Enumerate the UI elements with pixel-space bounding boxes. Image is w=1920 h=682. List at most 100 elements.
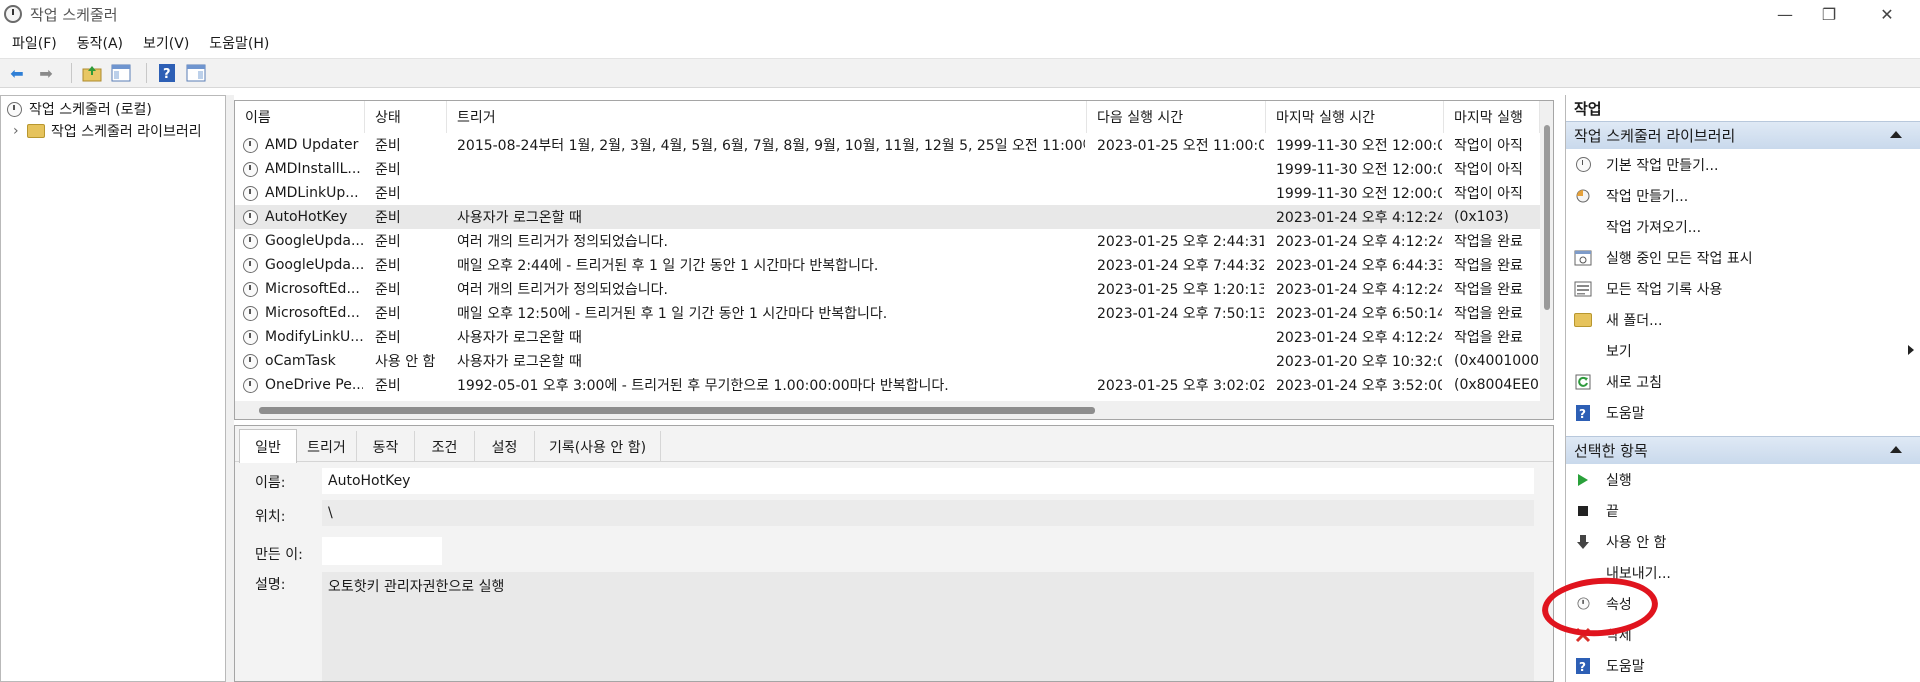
section-header-library[interactable]: 작업 스케줄러 라이브러리 xyxy=(1566,121,1920,149)
tree-root[interactable]: 작업 스케줄러 (로컬) xyxy=(1,98,225,120)
location-field: \ xyxy=(322,500,1534,526)
action-label: 실행 xyxy=(1606,472,1632,489)
up-folder-icon[interactable] xyxy=(80,62,104,84)
cell-last: 2023-01-24 오후 6:50:14 xyxy=(1276,306,1442,322)
tab-conditions[interactable]: 조건 xyxy=(415,431,475,462)
table-row[interactable]: GoogleUpda... 준비 여러 개의 트리거가 정의되었습니다. 2023-0… xyxy=(235,229,1540,253)
horizontal-scrollbar[interactable] xyxy=(235,401,1540,419)
table-row[interactable]: AMD Updater 준비 2015-08-24부터 1월, 2월, 3월, 4월… xyxy=(235,133,1540,157)
title-bar: 작업 스케줄러 — ❐ ✕ xyxy=(0,0,1920,28)
action-help[interactable]: ? 도움말 xyxy=(1566,397,1920,428)
action-import-task[interactable]: 작업 가져오기... xyxy=(1566,211,1920,242)
section-header-selected-item[interactable]: 선택한 항목 xyxy=(1566,436,1920,464)
menu-view[interactable]: 보기(V) xyxy=(143,33,189,53)
cell-status: 준비 xyxy=(375,378,401,394)
table-row[interactable]: OneDrive Pe... 준비 1992-05-01 오후 3:00에 - 트리… xyxy=(235,373,1540,397)
vertical-scrollbar[interactable] xyxy=(1540,101,1553,419)
task-list: 이름 상태 트리거 다음 실행 시간 마지막 실행 시간 마지막 실행 AMD … xyxy=(234,100,1554,420)
cell-status: 준비 xyxy=(375,282,401,298)
table-row[interactable]: AutoHotKey 준비 사용자가 로그온할 때 2023-01-24 오후 4:1… xyxy=(235,205,1540,229)
cell-result: 작업이 아직 xyxy=(1454,162,1523,178)
maximize-button[interactable]: ❐ xyxy=(1802,0,1856,28)
menu-file[interactable]: 파일(F) xyxy=(12,33,57,53)
table-row[interactable]: ModifyLinkU... 준비 사용자가 로그온할 때 2023-01-24 오후… xyxy=(235,325,1540,349)
action-create-basic-task[interactable]: 기본 작업 만들기... xyxy=(1566,149,1920,180)
task-clock-icon xyxy=(243,354,258,369)
action-run[interactable]: 실행 xyxy=(1566,464,1920,495)
table-row[interactable]: AMDLinkUp... 준비 1999-11-30 오전 12:00:00 작업이 … xyxy=(235,181,1540,205)
tab-triggers[interactable]: 트리거 xyxy=(297,431,357,462)
action-label: 작업 만들기... xyxy=(1606,188,1689,205)
action-label: 도움말 xyxy=(1606,405,1645,422)
table-row[interactable]: MicrosoftEd... 준비 매일 오후 12:50에 - 트리거된 후 1 … xyxy=(235,301,1540,325)
column-header-trigger[interactable]: 트리거 xyxy=(447,101,1087,133)
close-button[interactable]: ✕ xyxy=(1860,0,1914,28)
scroll-thumb[interactable] xyxy=(259,407,1095,414)
action-enable-history[interactable]: 모든 작업 기록 사용 xyxy=(1566,273,1920,304)
author-field[interactable] xyxy=(322,537,442,565)
column-header-status[interactable]: 상태 xyxy=(365,101,447,133)
cell-last: 2023-01-24 오후 4:12:24 xyxy=(1276,330,1442,346)
action-create-task[interactable]: 작업 만들기... xyxy=(1566,180,1920,211)
detail-tabs: 일반 트리거 동작 조건 설정 기록(사용 안 함) xyxy=(235,426,1553,463)
task-clock-icon xyxy=(243,282,258,297)
tab-general[interactable]: 일반 xyxy=(239,429,297,463)
task-clock-icon xyxy=(243,258,258,273)
window-title: 작업 스케줄러 xyxy=(30,5,118,24)
cell-status: 준비 xyxy=(375,258,401,274)
task-clock-icon xyxy=(243,162,258,177)
table-row[interactable]: oCamTask 사용 안 함 사용자가 로그온할 때 2023-01-20 오후 1… xyxy=(235,349,1540,373)
cell-result: 작업을 완료 xyxy=(1454,234,1523,250)
play-icon xyxy=(1574,471,1592,489)
help-icon: ? xyxy=(1574,404,1592,422)
help-icon[interactable]: ? xyxy=(155,62,179,84)
section-header-selected-label: 선택한 항목 xyxy=(1574,442,1648,460)
tree-item-library[interactable]: › 작업 스케줄러 라이브러리 xyxy=(1,120,225,142)
column-header-name[interactable]: 이름 xyxy=(235,101,365,133)
tab-actions[interactable]: 동작 xyxy=(357,431,415,462)
forward-arrow-icon[interactable]: ➡ xyxy=(34,62,58,84)
table-row[interactable]: MicrosoftEd... 준비 여러 개의 트리거가 정의되었습니다. 2023-… xyxy=(235,277,1540,301)
table-row[interactable]: AMDInstallL... 준비 1999-11-30 오전 12:00:00 작업… xyxy=(235,157,1540,181)
collapse-arrow-icon[interactable] xyxy=(1890,446,1902,453)
submenu-arrow-icon xyxy=(1908,345,1914,355)
menu-help[interactable]: 도움말(H) xyxy=(209,33,269,53)
name-field[interactable]: AutoHotKey xyxy=(322,468,1534,494)
column-header-last-result[interactable]: 마지막 실행 xyxy=(1444,101,1540,133)
menu-action[interactable]: 동작(A) xyxy=(77,33,123,53)
description-field[interactable]: 오토핫키 관리자권한으로 실행 xyxy=(322,572,1534,681)
task-clock-icon xyxy=(243,306,258,321)
table-row[interactable]: GoogleUpda... 준비 매일 오후 2:44에 - 트리거된 후 1 일 … xyxy=(235,253,1540,277)
cell-status: 준비 xyxy=(375,330,401,346)
svg-text:?: ? xyxy=(1579,407,1586,421)
show-hide-tree-icon[interactable] xyxy=(109,62,133,84)
cell-last: 1999-11-30 오전 12:00:00 xyxy=(1276,186,1442,202)
back-arrow-icon[interactable]: ⬅ xyxy=(5,62,29,84)
cell-status: 준비 xyxy=(375,162,401,178)
action-disable[interactable]: 사용 안 함 xyxy=(1566,526,1920,557)
tab-settings[interactable]: 설정 xyxy=(475,431,535,462)
tab-history[interactable]: 기록(사용 안 함) xyxy=(535,431,661,462)
action-new-folder[interactable]: 새 폴더... xyxy=(1566,304,1920,335)
scroll-thumb[interactable] xyxy=(1544,125,1550,310)
new-folder-icon xyxy=(1574,311,1592,329)
cell-result: 작업을 완료 xyxy=(1454,282,1523,298)
cell-name: AMD Updater xyxy=(265,137,359,153)
svg-text:?: ? xyxy=(1579,660,1586,674)
show-hide-action-pane-icon[interactable] xyxy=(184,62,208,84)
toolbar-divider xyxy=(71,63,72,83)
column-header-last-run[interactable]: 마지막 실행 시간 xyxy=(1266,101,1444,133)
collapse-arrow-icon[interactable] xyxy=(1890,131,1902,138)
cell-name: AMDInstallL... xyxy=(265,161,361,177)
tree-root-label: 작업 스케줄러 (로컬) xyxy=(29,102,152,118)
action-view[interactable]: 보기 xyxy=(1566,335,1920,366)
action-end[interactable]: 끝 xyxy=(1566,495,1920,526)
action-show-running-tasks[interactable]: 실행 중인 모든 작업 표시 xyxy=(1566,242,1920,273)
expand-chevron-icon[interactable]: › xyxy=(13,123,27,139)
cell-next xyxy=(1097,205,1264,229)
cell-next: 2023-01-25 오후 2:44:31 xyxy=(1097,234,1264,250)
action-help-selected[interactable]: ? 도움말 xyxy=(1566,650,1920,681)
action-refresh[interactable]: 새로 고침 xyxy=(1566,366,1920,397)
pane-splitter[interactable] xyxy=(226,95,234,682)
column-header-next-run[interactable]: 다음 실행 시간 xyxy=(1087,101,1266,133)
